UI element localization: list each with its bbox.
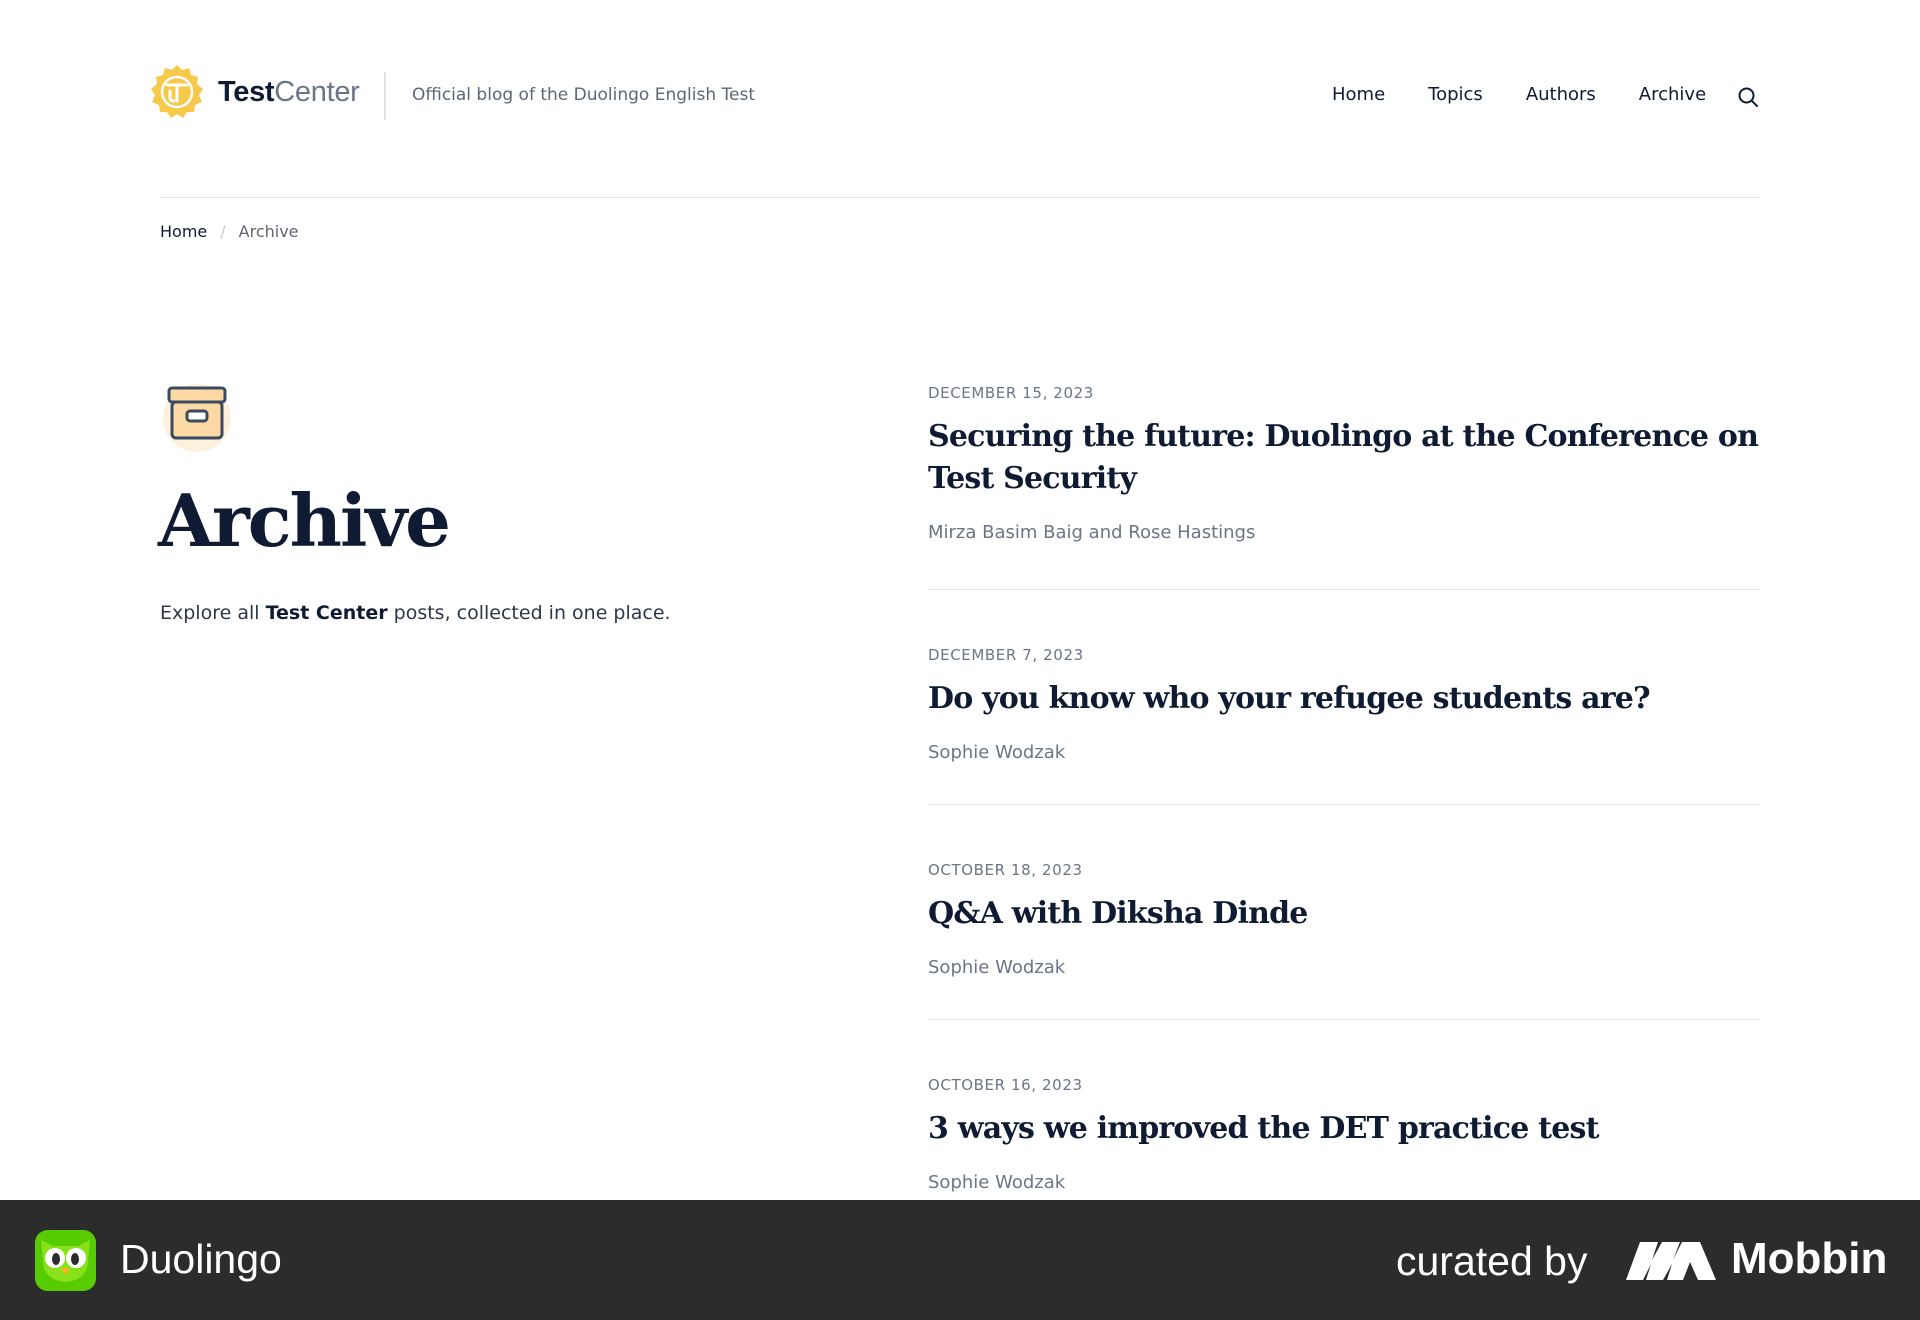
breadcrumb-separator: /: [220, 222, 226, 241]
nav-archive[interactable]: Archive: [1639, 84, 1706, 105]
site-tagline: Official blog of the Duolingo English Te…: [412, 85, 755, 105]
post-title-link[interactable]: Q&A with Diksha Dinde: [928, 893, 1760, 935]
test-center-badge-icon: [151, 65, 203, 118]
archive-box-icon: [163, 384, 231, 452]
attribution-bar: Duolingo curated by Mobbin: [0, 1200, 1920, 1320]
page-title: Archive: [158, 478, 451, 563]
post-date: OCTOBER 16, 2023: [928, 1076, 1083, 1094]
description-tail: posts, collected in one place.: [387, 602, 671, 624]
duolingo-owl-icon: [35, 1230, 96, 1291]
page-description: Explore all Test Center posts, collected…: [160, 602, 671, 624]
nav-topics[interactable]: Topics: [1428, 84, 1483, 105]
site-header: TestCenter Official blog of the Duolingo…: [0, 0, 1920, 198]
post-item: DECEMBER 15, 2023 Securing the future: D…: [928, 384, 1760, 590]
post-title-link[interactable]: Securing the future: Duolingo at the Con…: [928, 416, 1760, 500]
logo-word-center: Center: [274, 75, 360, 108]
nav-authors[interactable]: Authors: [1526, 84, 1596, 105]
app-name: Duolingo: [120, 1236, 282, 1282]
description-brand: Test Center: [265, 602, 388, 624]
breadcrumb-current: Archive: [238, 222, 299, 241]
logo-divider: [384, 72, 386, 120]
post-date: DECEMBER 7, 2023: [928, 646, 1084, 664]
logo-word-test: Test: [218, 75, 275, 108]
post-authors: Sophie Wodzak: [928, 1172, 1066, 1193]
breadcrumb: Home / Archive: [160, 222, 299, 241]
breadcrumb-home[interactable]: Home: [160, 222, 207, 241]
post-title-link[interactable]: Do you know who your refugee students ar…: [928, 678, 1760, 720]
header-divider: [160, 197, 1760, 198]
post-authors: Mirza Basim Baig and Rose Hastings: [928, 522, 1256, 543]
mobbin-brand: Mobbin: [1731, 1234, 1888, 1283]
main-nav: Home Topics Authors Archive: [1332, 84, 1749, 105]
curated-by-label: curated by: [1396, 1238, 1588, 1284]
search-icon[interactable]: [1737, 86, 1759, 108]
post-authors: Sophie Wodzak: [928, 957, 1066, 978]
post-title-link[interactable]: 3 ways we improved the DET practice test: [928, 1108, 1760, 1150]
post-item: OCTOBER 18, 2023 Q&A with Diksha Dinde S…: [928, 805, 1760, 1020]
site-logo[interactable]: TestCenter: [148, 63, 360, 121]
post-item: OCTOBER 16, 2023 3 ways we improved the …: [928, 1020, 1760, 1193]
mobbin-logo-icon: [1626, 1242, 1716, 1280]
post-list: DECEMBER 15, 2023 Securing the future: D…: [928, 384, 1760, 1193]
post-authors: Sophie Wodzak: [928, 742, 1066, 763]
post-date: OCTOBER 18, 2023: [928, 861, 1083, 879]
post-item: DECEMBER 7, 2023 Do you know who your re…: [928, 590, 1760, 805]
nav-home[interactable]: Home: [1332, 84, 1385, 105]
description-lead: Explore all: [160, 602, 266, 624]
post-date: DECEMBER 15, 2023: [928, 384, 1094, 402]
